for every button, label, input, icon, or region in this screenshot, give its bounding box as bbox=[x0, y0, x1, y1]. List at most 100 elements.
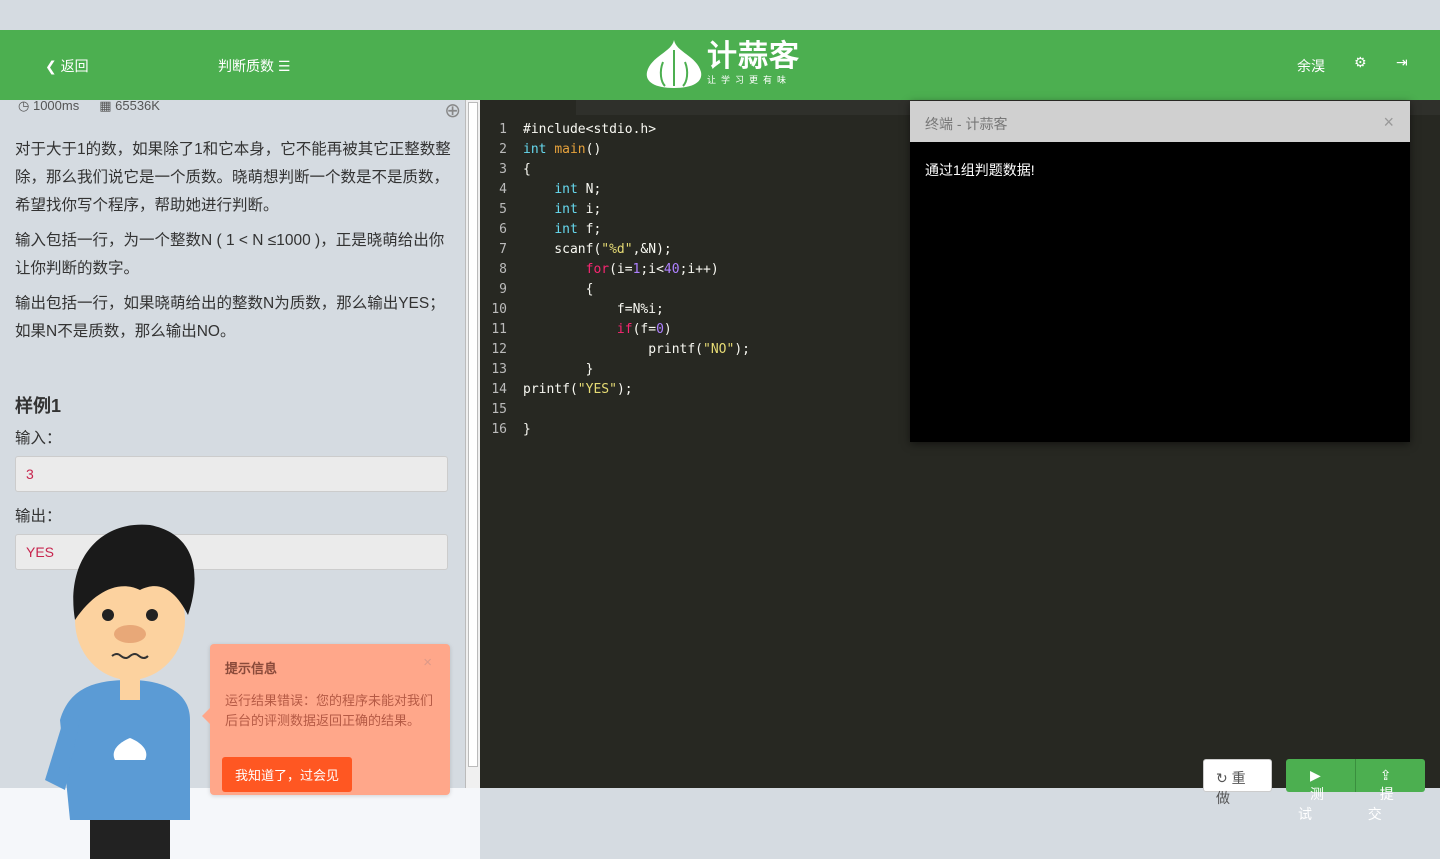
line-number: 13 bbox=[491, 362, 507, 377]
code-token: ;i< bbox=[640, 262, 664, 277]
code-line[interactable]: 5 int i; bbox=[480, 200, 750, 220]
code-token: "NO" bbox=[703, 342, 735, 357]
code-token: f=N%i; bbox=[523, 302, 664, 317]
code-line[interactable]: 6 int f; bbox=[480, 220, 750, 240]
line-number: 2 bbox=[499, 142, 507, 157]
problem-title: 判断质数 bbox=[218, 58, 274, 74]
code-line[interactable]: 13 } bbox=[480, 360, 750, 380]
code-line[interactable]: 8 for(i=1;i<40;i++) bbox=[480, 260, 750, 280]
description-paragraph: 输出包括一行，如果晓萌给出的整数N为质数，那么输出YES；如果N不是质数，那么输… bbox=[15, 295, 445, 340]
code-line[interactable]: 10 f=N%i; bbox=[480, 300, 750, 320]
line-number: 8 bbox=[499, 262, 507, 277]
code-line[interactable]: 7 scanf("%d",&N); bbox=[480, 240, 750, 260]
code-text: { bbox=[523, 280, 594, 300]
redo-button[interactable]: ↻ 重做 bbox=[1203, 759, 1272, 806]
input-label: 输入： bbox=[15, 430, 62, 447]
problem-menu-button[interactable]: 判断质数 ☰ bbox=[218, 56, 290, 76]
logo[interactable]: 计蒜客 让学习更有味 bbox=[645, 38, 800, 88]
code-line[interactable]: 11 if(f=0) bbox=[480, 320, 750, 340]
back-label: 返回 bbox=[60, 58, 89, 74]
code-text: int N; bbox=[523, 180, 601, 200]
description-paragraph: 对于大于1的数，如果除了1和它本身，它不能再被其它正整数整除，那么我们说它是一个… bbox=[15, 141, 451, 214]
chevron-left-icon: ❮ bbox=[45, 58, 57, 74]
code-line[interactable]: 2 int main() bbox=[480, 140, 750, 160]
terminal-window: 终端 - 计蒜客 × 通过1组判题数据! bbox=[910, 101, 1410, 442]
code-token: 40 bbox=[663, 262, 680, 277]
code-text: printf("NO"); bbox=[523, 340, 750, 360]
test-button[interactable]: ▶ 测试 bbox=[1286, 759, 1355, 822]
code-text: { bbox=[523, 160, 531, 180]
code-line[interactable]: 16} bbox=[480, 420, 750, 440]
logo-text: 计蒜客 bbox=[707, 39, 800, 73]
user-name[interactable]: 余淏 bbox=[1297, 56, 1325, 76]
back-button[interactable]: ❮ 返回 bbox=[45, 56, 89, 76]
code-text: printf("YES"); bbox=[523, 380, 633, 400]
line-number: 3 bbox=[499, 162, 507, 177]
submit-button[interactable]: ⇪ 提交 bbox=[1354, 759, 1425, 822]
code-token: scanf( bbox=[523, 242, 602, 257]
code-line[interactable]: 14 printf("YES"); bbox=[480, 380, 750, 400]
line-number: 9 bbox=[499, 282, 507, 297]
line-number: 7 bbox=[499, 242, 507, 257]
clock-icon: ◷ bbox=[18, 100, 30, 113]
scrollbar-thumb[interactable] bbox=[468, 102, 478, 767]
code-token: int bbox=[523, 142, 547, 157]
left-scrollbar[interactable] bbox=[465, 100, 480, 788]
code-token: #include<stdio.h> bbox=[523, 122, 657, 137]
terminal-output: 通过1组判题数据! bbox=[925, 162, 1035, 178]
hint-popover: 提示信息 × 运行结果错误：您的程序未能对我们后台的评测数据返回正确的结果。 我… bbox=[202, 644, 450, 795]
code-line[interactable]: 3{ bbox=[480, 160, 750, 180]
time-limit: ◷ 1000ms bbox=[18, 100, 79, 114]
grid-icon: ▦ bbox=[99, 100, 112, 113]
code-token: () bbox=[585, 142, 602, 157]
code-text: if(f=0) bbox=[523, 320, 672, 340]
logo-slogan: 让学习更有味 bbox=[707, 74, 792, 85]
code-token: { bbox=[523, 162, 531, 177]
line-number: 4 bbox=[499, 182, 507, 197]
problem-description: 对于大于1的数，如果除了1和它本身，它不能再被其它正整数整除，那么我们说它是一个… bbox=[15, 136, 455, 353]
code-token: ) bbox=[663, 322, 672, 337]
code-token: main bbox=[554, 142, 586, 157]
sample-input: 3 bbox=[15, 456, 448, 492]
code-line[interactable]: 4 int N; bbox=[480, 180, 750, 200]
code-line[interactable]: 1 #include<stdio.h> bbox=[480, 120, 750, 140]
terminal-header: 终端 - 计蒜客 × bbox=[910, 101, 1410, 142]
code-token: int bbox=[554, 182, 578, 197]
code-token: } bbox=[523, 422, 531, 437]
code-token: (i= bbox=[609, 262, 633, 277]
code-text: scanf("%d",&N); bbox=[523, 240, 672, 260]
hint-title: 提示信息 bbox=[225, 661, 278, 676]
code-area[interactable]: 1 #include<stdio.h> 2 int main() 3{4 int N; 5… bbox=[480, 120, 750, 440]
code-token: N; bbox=[577, 182, 602, 197]
code-line[interactable]: 9 { bbox=[480, 280, 750, 300]
line-number: 6 bbox=[499, 222, 507, 237]
gear-icon[interactable]: ⚙ bbox=[1354, 54, 1367, 71]
code-token: 0 bbox=[656, 322, 664, 337]
close-icon[interactable]: × bbox=[423, 654, 432, 671]
close-icon[interactable]: × bbox=[1383, 112, 1394, 133]
memory-limit-value: 65536K bbox=[115, 100, 160, 113]
code-token: ); bbox=[616, 382, 633, 397]
code-line[interactable]: 12 printf("NO"); bbox=[480, 340, 750, 360]
code-token: int bbox=[554, 222, 578, 237]
top-strip bbox=[0, 0, 1440, 30]
hint-message: 运行结果错误：您的程序未能对我们后台的评测数据返回正确的结果。 bbox=[225, 693, 434, 728]
code-token: printf( bbox=[523, 382, 578, 397]
action-button-group: ▶ 测试 ⇪ 提交 bbox=[1286, 759, 1425, 822]
submit-label: 提交 bbox=[1367, 786, 1394, 822]
code-text: } bbox=[523, 360, 594, 380]
code-token: ); bbox=[734, 342, 750, 357]
logout-icon[interactable]: ⇥ bbox=[1396, 54, 1408, 71]
code-token: { bbox=[523, 282, 594, 297]
header: ❮ 返回 判断质数 ☰ 计蒜客 让学习更有味 余淏 ⚙ ⇥ bbox=[0, 30, 1440, 100]
code-token: ,&N); bbox=[632, 242, 672, 257]
zoom-in-icon[interactable]: ⊕ bbox=[444, 100, 461, 123]
dismiss-button[interactable]: 我知道了，过会见 bbox=[222, 757, 353, 792]
memory-limit: ▦ 65536K bbox=[99, 100, 160, 114]
line-number: 11 bbox=[491, 322, 507, 337]
code-token: int bbox=[554, 202, 578, 217]
code-line[interactable]: 15 bbox=[480, 400, 750, 420]
